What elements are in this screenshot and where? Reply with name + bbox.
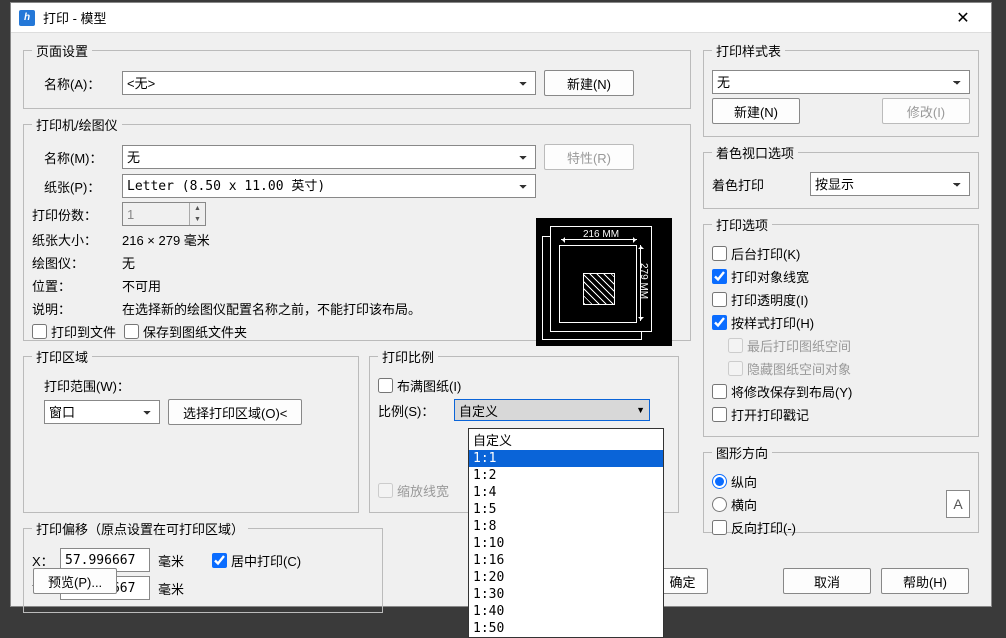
ratio-label: 比例(S)： bbox=[378, 401, 448, 420]
options-legend: 打印选项 bbox=[712, 215, 772, 234]
opt-hide-checkbox: 隐藏图纸空间对象 bbox=[712, 359, 970, 378]
pageset-name-select[interactable]: <无> bbox=[122, 71, 536, 95]
spin-up-icon[interactable]: ▲ bbox=[189, 203, 205, 214]
scale-option[interactable]: 1:5 bbox=[469, 501, 663, 518]
shade-label: 着色打印 bbox=[712, 175, 802, 194]
preview-height-label: 279 MM bbox=[635, 241, 649, 321]
scale-option[interactable]: 1:10 bbox=[469, 535, 663, 552]
hatch-icon bbox=[583, 273, 615, 305]
styles-edit-button: 修改(I) bbox=[882, 98, 970, 124]
print-offset-group: 打印偏移（原点设置在可打印区域） X： 毫米 居中打印(C) Y： 毫米 bbox=[23, 519, 383, 613]
scale-option[interactable]: 1:16 bbox=[469, 552, 663, 569]
opt-bystyle-checkbox[interactable]: 按样式打印(H) bbox=[712, 313, 970, 332]
help-button[interactable]: 帮助(H) bbox=[881, 568, 969, 594]
footer-buttons: 取消 帮助(H) bbox=[783, 568, 969, 594]
titlebar: h 打印 - 模型 ✕ bbox=[11, 3, 991, 33]
range-label: 打印范围(W)： bbox=[44, 376, 130, 395]
right-column: 打印样式表 无 新建(N) 修改(I) 着色视口选项 着色打印 按显示 打印选项… bbox=[703, 41, 979, 613]
offset-x-label: X： bbox=[32, 551, 52, 570]
scale-lineweight-checkbox: 缩放线宽 bbox=[378, 481, 449, 500]
plotter-label: 绘图仪： bbox=[32, 253, 114, 272]
close-icon[interactable]: ✕ bbox=[943, 3, 983, 33]
select-area-button[interactable]: 选择打印区域(O)< bbox=[168, 399, 302, 425]
opt-linew-checkbox[interactable]: 打印对象线宽 bbox=[712, 267, 970, 286]
print-area-group: 打印区域 打印范围(W)： 窗口 选择打印区域(O)< bbox=[23, 347, 359, 513]
ok-button[interactable]: 确定 bbox=[658, 568, 708, 594]
location-value: 不可用 bbox=[122, 276, 161, 295]
shade-select[interactable]: 按显示 bbox=[810, 172, 970, 196]
printer-props-button: 特性(R) bbox=[544, 144, 634, 170]
opt-bg-checkbox[interactable]: 后台打印(K) bbox=[712, 244, 970, 263]
plot-styles-group: 打印样式表 无 新建(N) 修改(I) bbox=[703, 41, 979, 137]
copies-spinner[interactable]: ▲▼ bbox=[122, 202, 206, 226]
opt-last-checkbox: 最后打印图纸空间 bbox=[712, 336, 970, 355]
page-setup-group: 页面设置 名称(A)： <无> 新建(N) bbox=[23, 41, 691, 109]
range-select[interactable]: 窗口 bbox=[44, 400, 160, 424]
orient-legend: 图形方向 bbox=[712, 443, 772, 462]
opt-savelayout-checkbox[interactable]: 将修改保存到布局(Y) bbox=[712, 382, 970, 401]
save-dst-checkbox[interactable]: 保存到图纸文件夹 bbox=[124, 322, 247, 341]
paper-select[interactable]: Letter (8.50 x 11.00 英寸) bbox=[122, 174, 536, 198]
shade-group: 着色视口选项 着色打印 按显示 bbox=[703, 143, 979, 209]
scale-dropdown-list[interactable]: 自定义 1:1 1:2 1:4 1:5 1:8 1:10 1:16 1:20 1… bbox=[468, 428, 664, 638]
scale-option[interactable]: 1:20 bbox=[469, 569, 663, 586]
offset-y-unit: 毫米 bbox=[158, 579, 184, 598]
orientation-group: 图形方向 纵向 横向 反向打印(-) A bbox=[703, 443, 979, 533]
shade-legend: 着色视口选项 bbox=[712, 143, 798, 162]
chevron-down-icon: ▼ bbox=[636, 405, 645, 415]
plotter-value: 无 bbox=[122, 253, 135, 272]
scale-option[interactable]: 1:50 bbox=[469, 620, 663, 637]
window-title: 打印 - 模型 bbox=[43, 8, 943, 27]
scale-option[interactable]: 1:40 bbox=[469, 603, 663, 620]
print-options-group: 打印选项 后台打印(K) 打印对象线宽 打印透明度(I) 按样式打印(H) 最后… bbox=[703, 215, 979, 437]
cancel-button[interactable]: 取消 bbox=[783, 568, 871, 594]
orient-landscape-radio[interactable]: 横向 bbox=[712, 495, 970, 514]
scale-option[interactable]: 1:1 bbox=[469, 450, 663, 467]
orient-portrait-radio[interactable]: 纵向 bbox=[712, 472, 970, 491]
scale-option[interactable]: 1:8 bbox=[469, 518, 663, 535]
copies-label: 打印份数： bbox=[32, 205, 114, 224]
ratio-combobox[interactable]: 自定义 ▼ bbox=[454, 399, 650, 421]
to-file-checkbox[interactable]: 打印到文件 bbox=[32, 322, 116, 341]
styles-select[interactable]: 无 bbox=[712, 70, 970, 94]
orientation-icon: A bbox=[946, 490, 970, 518]
preview-width-label: 216 MM bbox=[563, 229, 639, 243]
plot-styles-legend: 打印样式表 bbox=[712, 41, 785, 60]
location-label: 位置： bbox=[32, 276, 114, 295]
scale-option[interactable]: 1:2 bbox=[469, 467, 663, 484]
preview-button[interactable]: 预览(P)... bbox=[33, 568, 117, 594]
pageset-new-button[interactable]: 新建(N) bbox=[544, 70, 634, 96]
print-scale-legend: 打印比例 bbox=[378, 347, 438, 366]
styles-new-button[interactable]: 新建(N) bbox=[712, 98, 800, 124]
app-icon: h bbox=[19, 10, 35, 26]
printer-name-label: 名称(M)： bbox=[32, 148, 114, 167]
printer-legend: 打印机/绘图仪 bbox=[32, 115, 122, 134]
offset-x-unit: 毫米 bbox=[158, 551, 184, 570]
center-checkbox[interactable]: 居中打印(C) bbox=[212, 551, 301, 570]
scale-option[interactable]: 1:30 bbox=[469, 586, 663, 603]
scale-option[interactable]: 自定义 bbox=[469, 429, 663, 450]
scale-option[interactable]: 1:4 bbox=[469, 484, 663, 501]
papersize-value: 216 × 279 毫米 bbox=[122, 230, 210, 249]
orient-reverse-checkbox[interactable]: 反向打印(-) bbox=[712, 518, 970, 537]
page-setup-legend: 页面设置 bbox=[32, 41, 92, 60]
paper-preview: 216 MM 279 MM bbox=[536, 218, 672, 346]
printer-name-select[interactable]: 无 bbox=[122, 145, 536, 169]
print-offset-legend: 打印偏移（原点设置在可打印区域） bbox=[32, 519, 248, 538]
desc-value: 在选择新的绘图仪配置名称之前，不能打印该布局。 bbox=[122, 299, 421, 318]
papersize-label: 纸张大小： bbox=[32, 230, 114, 249]
spin-down-icon[interactable]: ▼ bbox=[189, 214, 205, 225]
paper-label: 纸张(P)： bbox=[32, 177, 114, 196]
opt-stamp-checkbox[interactable]: 打开打印戳记 bbox=[712, 405, 970, 424]
opt-trans-checkbox[interactable]: 打印透明度(I) bbox=[712, 290, 970, 309]
desc-label: 说明： bbox=[32, 299, 114, 318]
fit-checkbox[interactable]: 布满图纸(I) bbox=[378, 376, 461, 395]
pageset-name-label: 名称(A)： bbox=[32, 74, 114, 93]
